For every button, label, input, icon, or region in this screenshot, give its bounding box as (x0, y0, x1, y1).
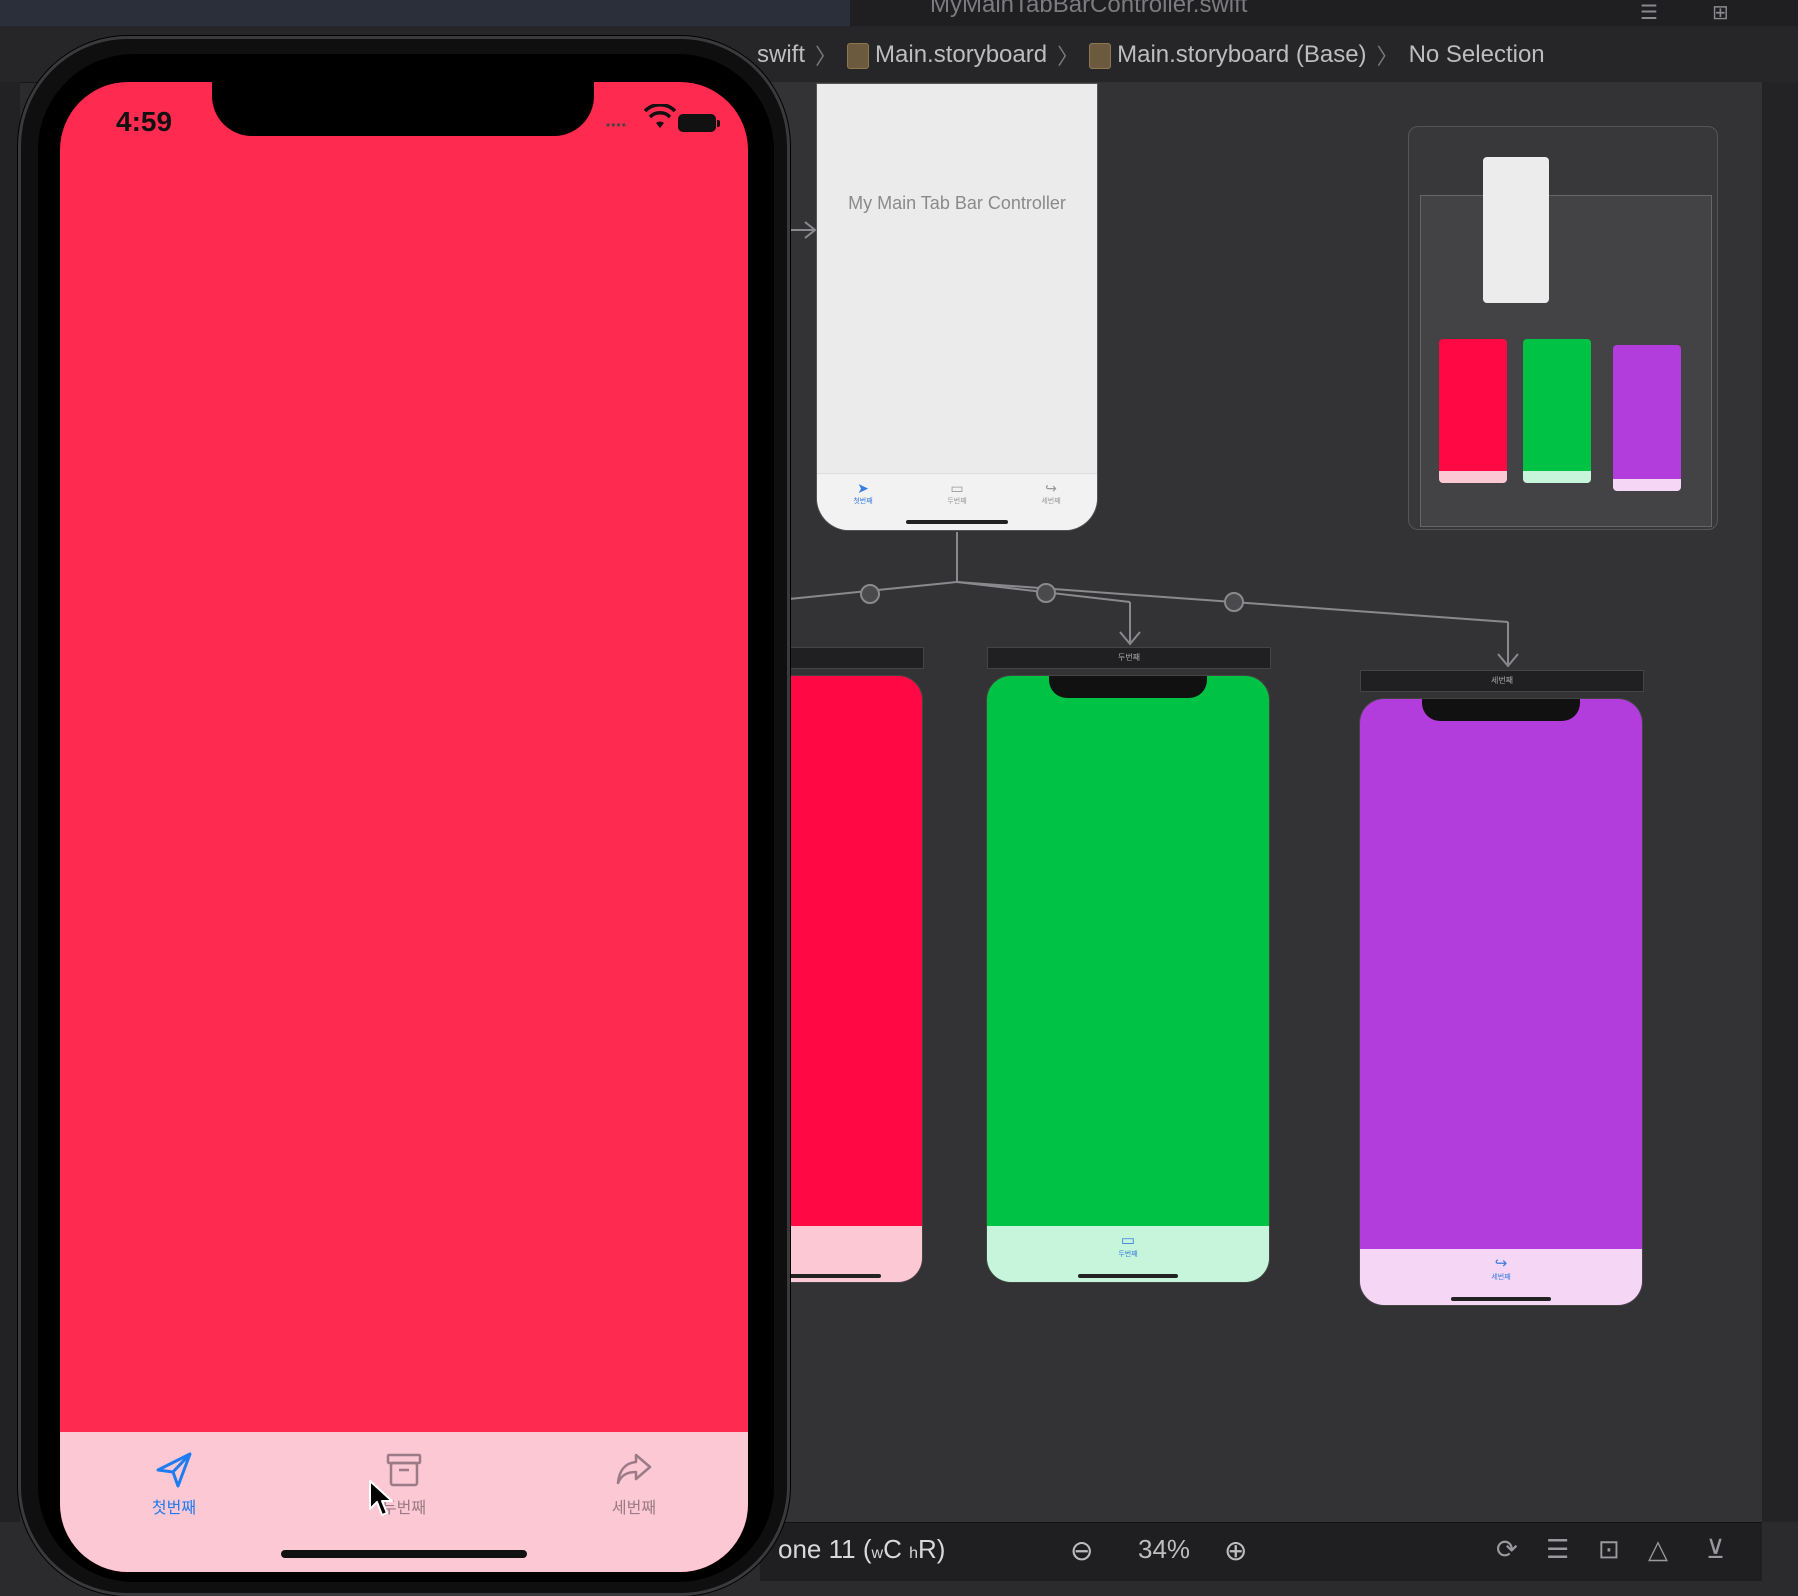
minimap-tab-controller (1483, 157, 1549, 303)
embed-in-icon[interactable]: ⊻ (1706, 1534, 1725, 1565)
scene-tab-item: ↪ 세번째 (1481, 1255, 1521, 1282)
home-indicator (781, 1274, 881, 1278)
update-frames-icon[interactable]: ⟳ (1496, 1534, 1518, 1565)
size-class-r: R) (917, 1534, 946, 1564)
mouse-pointer-icon (369, 1480, 393, 1516)
tab-third[interactable]: 세번째 (574, 1450, 694, 1518)
notch (1049, 676, 1207, 698)
storyboard-file-icon (1089, 42, 1112, 69)
canvas-minimap[interactable] (1408, 126, 1718, 530)
tab-label: 두번째 (381, 1500, 427, 1517)
chevron-right-icon: 〉 (1376, 44, 1399, 69)
editor-options-icon[interactable]: ☰ (1640, 0, 1658, 25)
zoom-out-icon[interactable]: ⊖ (1070, 1534, 1093, 1567)
chevron-right-icon: 〉 (1057, 44, 1080, 69)
archivebox-icon: ▭ (950, 480, 964, 496)
scene-tab-label: 두번째 (1118, 1251, 1138, 1258)
tab-second[interactable]: 두번째 (344, 1450, 464, 1518)
status-time: 4:59 (116, 106, 173, 137)
navigator-edge (0, 82, 20, 1522)
tab-bar-controller-scene[interactable]: My Main Tab Bar Controller ➤ 첫번째 ▭ 두번째 ↪ 세번… (817, 84, 1097, 530)
zoom-level: 34% (1138, 1534, 1191, 1564)
inspector-edge (1762, 82, 1798, 1522)
simulator-screen[interactable]: 4:59 •••• 첫번째 두번째 세번째 (60, 82, 748, 1572)
scene-tab-label: 세번째 (1491, 1274, 1511, 1281)
editor-tab-left[interactable] (0, 0, 850, 26)
zoom-in-icon[interactable]: ⊕ (1224, 1534, 1247, 1567)
editor-tab-title[interactable]: MyMainTabBarController.swift (930, 0, 1247, 19)
tab-label: 첫번째 (151, 1500, 197, 1517)
paperplane-icon (156, 1452, 192, 1488)
notch (212, 82, 594, 136)
breadcrumb-item-storyboard[interactable]: Main.storyboard (847, 41, 1047, 69)
size-class-w: w (871, 1545, 884, 1562)
mini-tab-third: ↪ 세번째 (1031, 480, 1071, 506)
chevron-right-icon: 〉 (815, 44, 838, 69)
tab-label: 세번째 (611, 1500, 657, 1517)
cellular-icon: •••• (606, 118, 627, 132)
mini-tab-label: 세번째 (1041, 498, 1061, 505)
add-constraints-icon[interactable]: ⊡ (1598, 1534, 1620, 1565)
breadcrumb-label: Main.storyboard (875, 41, 1048, 68)
home-indicator (906, 520, 1008, 524)
home-indicator (1451, 1297, 1551, 1301)
scene-title: My Main Tab Bar Controller (848, 193, 1066, 213)
breadcrumb-item-swift[interactable]: swift (757, 41, 805, 69)
window-titlebar: MyMainTabBarController.swift ☰ ⊞ (0, 0, 1798, 27)
arrowshape-turn-right-icon: ↪ (1494, 1255, 1508, 1272)
storyboard-file-icon (847, 42, 870, 69)
minimap-scene-first (1439, 339, 1507, 483)
arrowshape-turn-right-icon: ↪ (1045, 480, 1057, 496)
resolve-issues-icon[interactable]: △ (1648, 1534, 1668, 1565)
breadcrumb-item-selection[interactable]: No Selection (1409, 41, 1545, 69)
device-configuration-button[interactable]: one 11 (wC hR) (778, 1534, 945, 1565)
scene-header-third[interactable]: 세번째 (1360, 670, 1644, 692)
scene-second[interactable]: ▭ 두번째 (987, 676, 1269, 1282)
mini-tab-label: 두번째 (947, 498, 967, 505)
minimap-scene-third (1613, 345, 1681, 491)
align-icon[interactable]: ☰ (1546, 1534, 1569, 1565)
wifi-icon (644, 104, 676, 128)
scene-third[interactable]: ↪ 세번째 (1360, 699, 1642, 1305)
notch (1422, 699, 1580, 721)
mini-tab-label: 첫번째 (853, 498, 873, 505)
add-editor-icon[interactable]: ⊞ (1712, 0, 1729, 25)
mini-tab-second: ▭ 두번째 (937, 480, 977, 506)
tab-first[interactable]: 첫번째 (114, 1450, 234, 1518)
device-name: one 11 (778, 1534, 856, 1564)
home-indicator (1078, 1274, 1178, 1278)
device-paren: ( (862, 1534, 872, 1564)
paperplane-icon: ➤ (857, 480, 869, 496)
minimap-scene-second (1523, 339, 1591, 483)
home-indicator (281, 1550, 527, 1558)
archivebox-icon: ▭ (1120, 1232, 1136, 1249)
breadcrumb-label: Main.storyboard (Base) (1117, 41, 1367, 68)
scene-header-second[interactable]: 두번째 (987, 647, 1271, 669)
breadcrumb: swift 〉 Main.storyboard 〉 Main.storyboar… (757, 38, 1545, 72)
mini-tab-first: ➤ 첫번째 (843, 480, 883, 506)
scene-tab-item: ▭ 두번째 (1108, 1232, 1148, 1259)
size-class-c: C (883, 1534, 902, 1564)
battery-icon (678, 114, 720, 132)
breadcrumb-item-storyboard-base[interactable]: Main.storyboard (Base) (1089, 41, 1367, 69)
arrowshape-turn-right-icon (616, 1453, 652, 1485)
size-class-h: h (909, 1545, 918, 1562)
